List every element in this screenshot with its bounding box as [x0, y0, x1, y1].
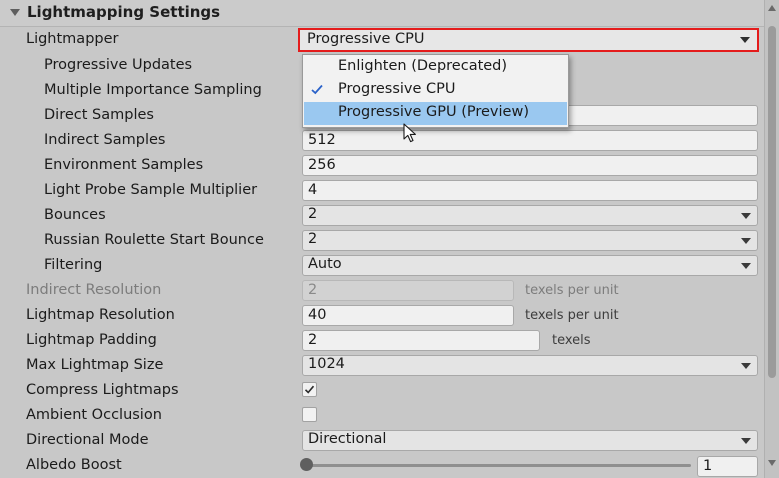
albedo-boost-field[interactable]: 1 [697, 456, 758, 477]
menu-item-label: Progressive GPU (Preview) [338, 104, 529, 120]
row-indirect-resolution: Indirect Resolution 2 texels per unit [0, 278, 764, 303]
indirect-resolution-unit: texels per unit [525, 283, 619, 298]
light-probe-multiplier-field[interactable]: 4 [302, 180, 758, 201]
russian-roulette-dropdown[interactable]: 2 [302, 230, 758, 251]
scroll-down-arrow-icon[interactable] [768, 460, 776, 466]
row-compress-lightmaps: Compress Lightmaps [0, 378, 764, 403]
row-filtering: Filtering Auto [0, 253, 764, 278]
russian-roulette-value: 2 [308, 231, 318, 247]
ambient-occlusion-checkbox[interactable] [302, 407, 317, 422]
lightmap-padding-field[interactable]: 2 [302, 330, 540, 351]
row-ambient-occlusion: Ambient Occlusion [0, 403, 764, 428]
indirect-resolution-field: 2 [302, 280, 514, 301]
light-probe-multiplier-label: Light Probe Sample Multiplier [44, 182, 258, 198]
chevron-down-icon [741, 238, 751, 244]
row-light-probe-multiplier: Light Probe Sample Multiplier 4 [0, 178, 764, 203]
albedo-boost-slider-knob[interactable] [300, 458, 313, 471]
lightmap-padding-label: Lightmap Padding [26, 332, 157, 348]
bounces-label: Bounces [44, 207, 106, 223]
filtering-dropdown[interactable]: Auto [302, 255, 758, 276]
row-lightmap-resolution: Lightmap Resolution 40 texels per unit [0, 303, 764, 328]
chevron-down-icon [741, 213, 751, 219]
row-indirect-samples: Indirect Samples 512 [0, 128, 764, 153]
lightmapper-label: Lightmapper [26, 31, 119, 47]
lightmapping-panel: Lightmapping Settings Lightmapper Progre… [0, 0, 764, 478]
menu-item-label: Progressive CPU [338, 81, 456, 97]
bounces-dropdown[interactable]: 2 [302, 205, 758, 226]
albedo-boost-slider-track[interactable] [307, 464, 691, 467]
albedo-boost-label: Albedo Boost [26, 457, 122, 473]
lightmapper-dropdown-menu: Enlighten (Deprecated) Progressive CPU P… [302, 54, 569, 128]
indirect-samples-field[interactable]: 512 [302, 130, 758, 151]
menu-item-progressive-cpu[interactable]: Progressive CPU [304, 79, 567, 102]
lightmap-resolution-unit: texels per unit [525, 308, 619, 323]
scrollbar-thumb[interactable] [768, 26, 776, 378]
environment-samples-label: Environment Samples [44, 157, 204, 173]
menu-item-label: Enlighten (Deprecated) [338, 58, 508, 74]
row-russian-roulette: Russian Roulette Start Bounce 2 [0, 228, 764, 253]
max-lightmap-size-label: Max Lightmap Size [26, 357, 164, 373]
russian-roulette-label: Russian Roulette Start Bounce [44, 232, 264, 248]
lightmapper-dropdown[interactable]: Progressive CPU [298, 28, 759, 52]
lightmap-padding-unit: texels [552, 333, 591, 348]
max-lightmap-size-dropdown[interactable]: 1024 [302, 355, 758, 376]
chevron-down-icon [741, 363, 751, 369]
row-albedo-boost: Albedo Boost 1 [0, 453, 764, 478]
direct-samples-label: Direct Samples [44, 107, 154, 123]
compress-lightmaps-label: Compress Lightmaps [26, 382, 179, 398]
indirect-samples-label: Indirect Samples [44, 132, 166, 148]
lightmapper-value: Progressive CPU [307, 31, 425, 47]
compress-lightmaps-checkbox[interactable] [302, 382, 317, 397]
chevron-down-icon [741, 263, 751, 269]
row-lightmap-padding: Lightmap Padding 2 texels [0, 328, 764, 353]
lightmap-resolution-field[interactable]: 40 [302, 305, 514, 326]
section-header[interactable]: Lightmapping Settings [0, 0, 764, 27]
mis-label: Multiple Importance Sampling [44, 82, 262, 98]
progressive-updates-label: Progressive Updates [44, 57, 193, 73]
directional-mode-dropdown[interactable]: Directional [302, 430, 758, 451]
row-environment-samples: Environment Samples 256 [0, 153, 764, 178]
ambient-occlusion-label: Ambient Occlusion [26, 407, 162, 423]
filtering-label: Filtering [44, 257, 103, 273]
checkmark-icon [311, 84, 323, 95]
filtering-value: Auto [308, 256, 342, 272]
scroll-up-arrow-icon[interactable] [768, 5, 776, 11]
checkmark-icon [304, 385, 315, 394]
bounces-value: 2 [308, 206, 318, 222]
section-title: Lightmapping Settings [27, 3, 221, 21]
row-bounces: Bounces 2 [0, 203, 764, 228]
menu-item-progressive-gpu[interactable]: Progressive GPU (Preview) [304, 102, 567, 125]
chevron-down-icon [741, 438, 751, 444]
indirect-resolution-label: Indirect Resolution [26, 282, 162, 298]
menu-item-enlighten[interactable]: Enlighten (Deprecated) [304, 56, 567, 79]
directional-mode-value: Directional [308, 431, 387, 447]
row-directional-mode: Directional Mode Directional [0, 428, 764, 453]
foldout-triangle-icon[interactable] [10, 9, 20, 16]
mouse-pointer-icon [403, 123, 416, 143]
vertical-scrollbar[interactable] [764, 0, 779, 478]
max-lightmap-size-value: 1024 [308, 356, 345, 372]
row-max-lightmap-size: Max Lightmap Size 1024 [0, 353, 764, 378]
lightmap-resolution-label: Lightmap Resolution [26, 307, 175, 323]
environment-samples-field[interactable]: 256 [302, 155, 758, 176]
directional-mode-label: Directional Mode [26, 432, 149, 448]
chevron-down-icon [740, 37, 750, 43]
